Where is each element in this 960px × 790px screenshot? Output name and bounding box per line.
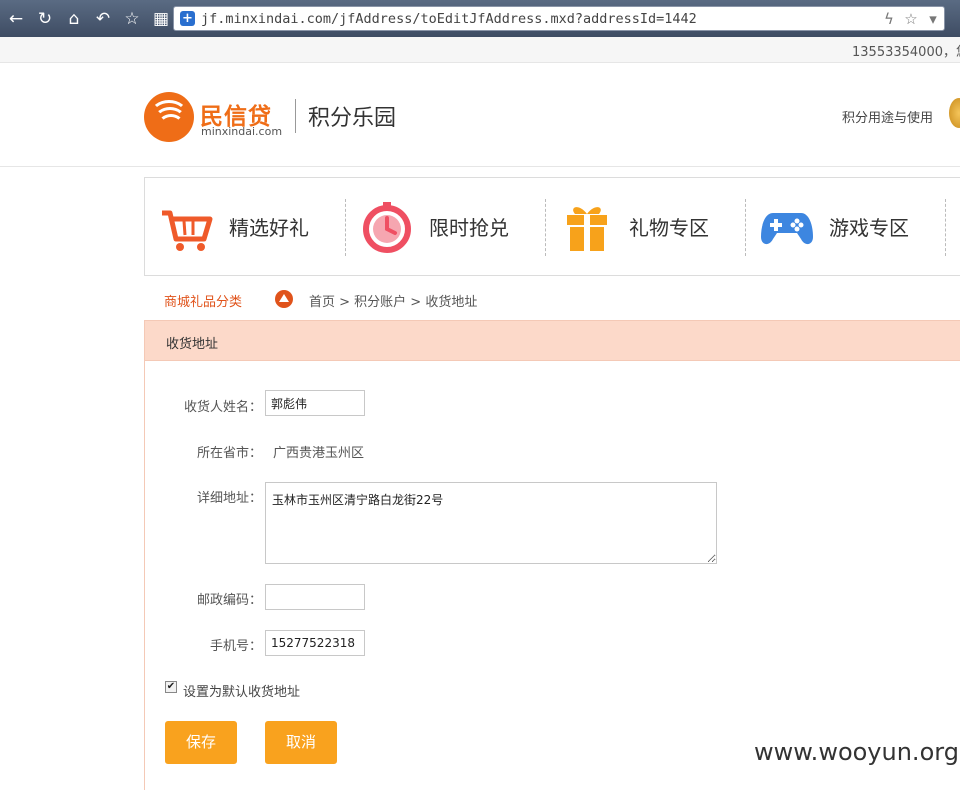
- back-icon[interactable]: ←: [3, 6, 29, 32]
- category-divider: [345, 199, 346, 256]
- site-header: 民信贷 minxindai.com 积分乐园 积分用途与使用: [0, 63, 960, 167]
- category-gifts[interactable]: 精选好礼: [159, 178, 359, 275]
- brand-divider: [295, 99, 296, 133]
- default-address-label[interactable]: 设置为默认收货地址: [183, 681, 300, 700]
- postcode-field[interactable]: [265, 584, 365, 610]
- gift-category-link[interactable]: 商城礼品分类: [164, 291, 242, 310]
- refresh-icon[interactable]: ↻: [32, 6, 58, 32]
- site-subtitle: 积分乐园: [308, 106, 397, 131]
- category-divider: [945, 199, 946, 256]
- postcode-label: 邮政编码：: [196, 593, 262, 608]
- default-address-checkbox[interactable]: ✔: [165, 681, 177, 693]
- star-icon[interactable]: ☆: [119, 6, 145, 32]
- category-divider: [545, 199, 546, 256]
- points-usage-link[interactable]: 积分用途与使用: [842, 107, 933, 126]
- user-phone: 13553354000，您: [852, 45, 960, 60]
- name-field[interactable]: [265, 390, 365, 416]
- category-giftzone[interactable]: 礼物专区: [559, 178, 759, 275]
- watermark: www.wooyun.org: [754, 738, 959, 766]
- browser-toolbar: ← ↻ ⌂ ↶ ☆ ▦ + jf.minxindai.com/jfAddress…: [0, 0, 960, 37]
- save-button[interactable]: 保存: [165, 721, 237, 764]
- phone-label: 手机号：: [209, 639, 262, 654]
- dropdown-icon[interactable]: ▾: [922, 10, 944, 28]
- brand-domain: minxindai.com: [201, 125, 283, 138]
- lightning-icon[interactable]: ϟ: [878, 10, 900, 28]
- gift-icon: [567, 206, 607, 251]
- province-label: 所在省市：: [196, 446, 262, 461]
- logo-icon[interactable]: [144, 92, 194, 142]
- panel-title: 收货地址: [166, 337, 219, 352]
- phone-field[interactable]: [265, 630, 365, 656]
- name-label: 收货人姓名：: [183, 400, 262, 415]
- category-label: 礼物专区: [629, 216, 709, 240]
- panel-header: 收货地址: [145, 320, 960, 361]
- category-label: 游戏专区: [829, 216, 909, 240]
- site-info-icon[interactable]: +: [180, 11, 195, 26]
- undo-icon[interactable]: ↶: [90, 6, 116, 32]
- gamepad-icon: [761, 212, 813, 244]
- home-icon[interactable]: ⌂: [61, 6, 87, 32]
- address-bar[interactable]: + jf.minxindai.com/jfAddress/toEditJfAdd…: [173, 6, 945, 31]
- address-textarea[interactable]: 玉林市玉州区清宁路白龙街22号: [265, 482, 717, 564]
- cancel-button[interactable]: 取消: [265, 721, 337, 764]
- breadcrumb[interactable]: 首页 > 积分账户 > 收货地址: [309, 291, 477, 310]
- stopwatch-icon: [363, 201, 411, 253]
- category-flash[interactable]: 限时抢兑: [359, 178, 559, 275]
- coin-icon: [949, 98, 960, 128]
- apps-icon[interactable]: ▦: [148, 6, 174, 32]
- category-divider: [745, 199, 746, 256]
- bookmark-star-icon[interactable]: ☆: [900, 10, 922, 28]
- address-label: 详细地址：: [196, 491, 262, 506]
- category-label: 限时抢兑: [429, 216, 509, 240]
- category-nav: 精选好礼 限时抢兑 礼物专区 游戏专区: [144, 177, 960, 276]
- province-value: 广西贵港玉州区: [273, 446, 365, 461]
- category-games[interactable]: 游戏专区: [759, 178, 959, 275]
- triangle-up-icon[interactable]: [275, 290, 293, 308]
- category-label: 精选好礼: [229, 216, 309, 240]
- url-text: jf.minxindai.com/jfAddress/toEditJfAddre…: [201, 10, 697, 27]
- top-info-bar: 13553354000，您: [0, 37, 960, 63]
- shopping-cart-icon: [162, 210, 213, 251]
